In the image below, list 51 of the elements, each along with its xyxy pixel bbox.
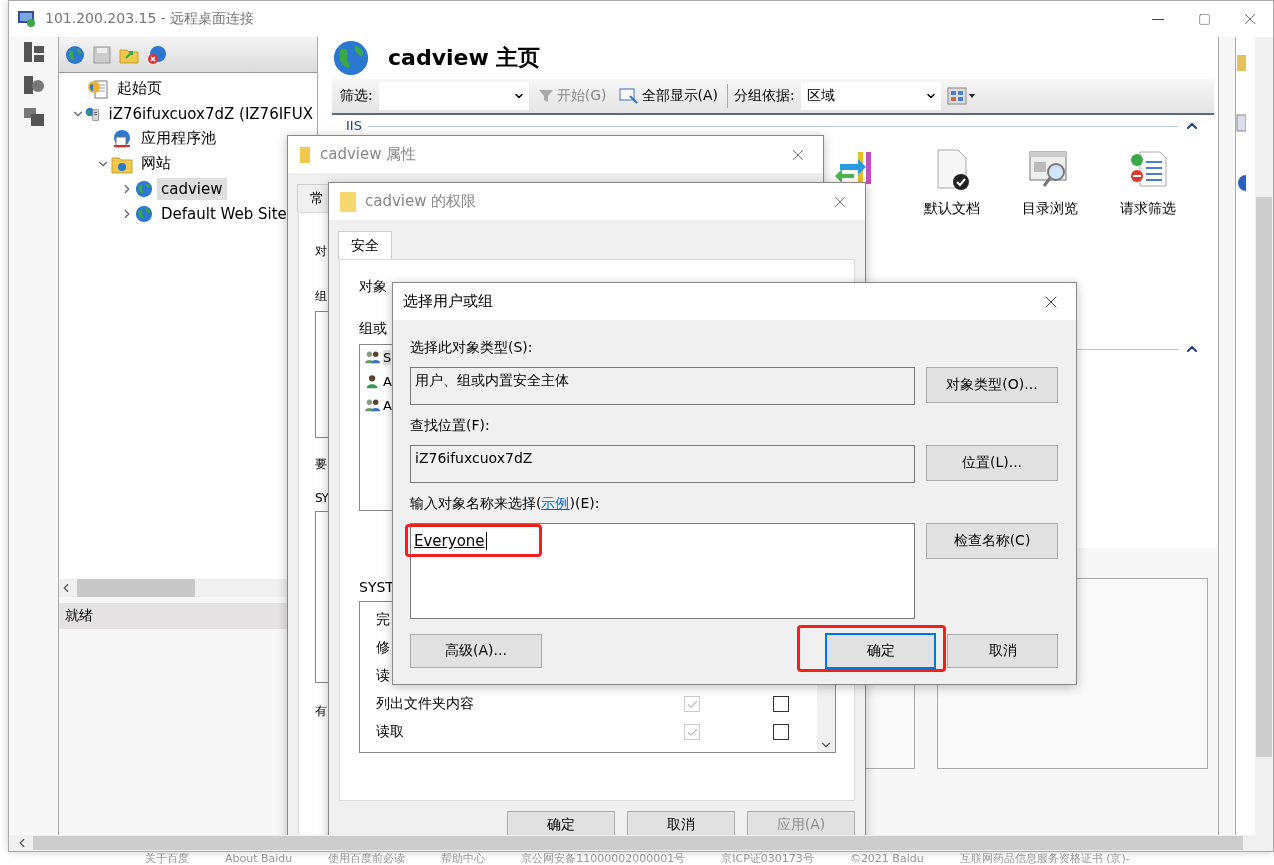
locations-button[interactable]: 位置(L)... <box>926 445 1058 481</box>
users-label: 组或 <box>359 320 387 338</box>
window-title: 101.200.203.15 - 远程桌面连接 <box>45 10 256 28</box>
field-label: 查找位置(F): <box>410 417 491 435</box>
permissions-label: SYST <box>359 579 394 595</box>
object-type-field: 用户、组或内置安全主体 <box>410 367 915 405</box>
tree-item[interactable]: cadview <box>157 177 227 200</box>
tree-item[interactable]: iZ76ifuxcuox7dZ (IZ76IFUX <box>104 102 317 125</box>
group-by-dropdown[interactable]: 区域 <box>800 82 941 110</box>
permission-name: 修 <box>376 639 390 657</box>
examples-link[interactable]: 示例 <box>541 495 570 511</box>
feature-item[interactable]: 目录浏览 <box>1014 148 1086 338</box>
object-name-label: 对象 <box>359 278 387 296</box>
permission-name: 读取 <box>376 723 404 741</box>
tree-item[interactable]: 网站 <box>137 152 175 175</box>
ok-button[interactable]: 确定 <box>825 633 936 669</box>
filter-label: 筛选: <box>340 87 373 105</box>
group-by-label: 分组依据: <box>734 87 795 105</box>
show-all-button[interactable]: 全部显示(A) <box>615 87 721 105</box>
dialog-button[interactable]: 确定 <box>507 811 615 835</box>
label-text: 组 <box>315 288 326 305</box>
label-text: 对 <box>315 243 326 260</box>
tree-item[interactable]: 起始页 <box>113 77 166 100</box>
tree-item[interactable]: 应用程序池 <box>137 127 220 150</box>
dialog-button[interactable]: 取消 <box>627 811 735 835</box>
feature-item[interactable]: 默认文档 <box>916 148 988 338</box>
label-text: 有 <box>315 703 326 720</box>
page-title: cadview 主页 <box>388 44 541 72</box>
tree-item[interactable]: Default Web Site <box>157 202 291 225</box>
permission-name: 列出文件夹内容 <box>376 695 474 713</box>
dialog-title: cadview 属性 <box>320 145 418 164</box>
object-types-button[interactable]: 对象类型(O)... <box>926 367 1058 403</box>
field-label: 选择此对象类型(S): <box>410 339 534 357</box>
user-item[interactable]: A <box>383 397 392 413</box>
user-item[interactable]: S <box>383 349 392 365</box>
label-text: SY <box>315 491 328 505</box>
object-names-field[interactable]: Everyone <box>410 523 915 619</box>
location-field: iZ76ifuxcuox7dZ <box>410 445 915 483</box>
feature-item[interactable]: 请求筛选 <box>1112 148 1184 338</box>
tab[interactable]: 安全 <box>338 231 392 259</box>
permission-name: 读 <box>376 667 390 685</box>
field-label: 输入对象名称来选择(示例)(E): <box>410 495 601 513</box>
user-item[interactable]: A <box>383 373 392 389</box>
permission-name: 完 <box>376 611 390 629</box>
dialog-title: cadview 的权限 <box>365 192 478 211</box>
advanced-button[interactable]: 高级(A)... <box>410 634 542 668</box>
section-title: IIS <box>346 119 362 133</box>
cancel-button[interactable]: 取消 <box>947 634 1058 668</box>
dialog-title: 选择用户或组 <box>403 292 494 311</box>
label-text: 要 <box>315 456 326 473</box>
check-names-button[interactable]: 检查名称(C) <box>926 523 1058 559</box>
